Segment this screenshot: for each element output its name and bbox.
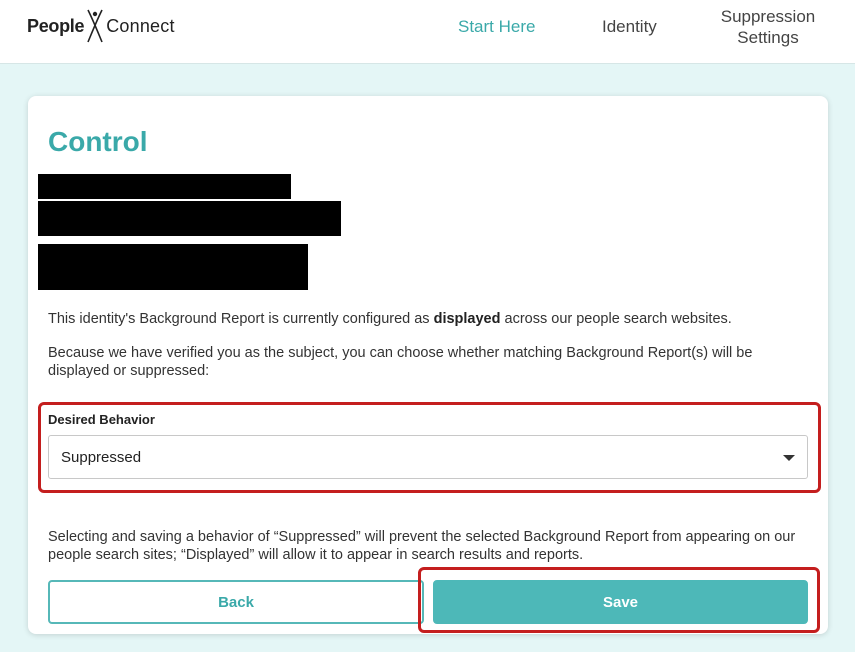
save-button[interactable]: Save xyxy=(433,580,808,624)
desired-behavior-label: Desired Behavior xyxy=(48,412,155,427)
top-header: People Connect Start Here Identity Suppr… xyxy=(0,0,855,64)
nav-suppression-line1: Suppression xyxy=(720,7,816,26)
nav-start-here[interactable]: Start Here xyxy=(458,16,535,37)
control-card: Control This identity's Background Repor… xyxy=(28,96,828,634)
nav-suppression-line2: Settings xyxy=(737,28,799,47)
logo-x-icon xyxy=(87,9,103,43)
nav-identity[interactable]: Identity xyxy=(602,16,657,37)
back-button[interactable]: Back xyxy=(48,580,424,624)
redacted-block-2 xyxy=(38,201,341,236)
instruction-text: Because we have verified you as the subj… xyxy=(48,345,753,379)
logo-connect-text: Connect xyxy=(106,15,175,36)
chevron-down-icon xyxy=(783,455,795,461)
select-value: Suppressed xyxy=(61,448,142,466)
redacted-block-1 xyxy=(38,174,291,199)
status-text: This identity's Background Report is cur… xyxy=(48,311,732,327)
nav-suppression-settings[interactable]: Suppression Settings xyxy=(718,6,818,48)
redacted-block-3 xyxy=(38,244,308,290)
people-connect-logo[interactable]: People Connect xyxy=(27,8,175,44)
page-title: Control xyxy=(48,126,148,157)
explanation-text: Selecting and saving a behavior of “Supp… xyxy=(48,529,796,563)
desired-behavior-select[interactable]: Suppressed xyxy=(48,435,808,479)
status-value: displayed xyxy=(433,311,501,327)
logo-people-text: People xyxy=(27,15,85,36)
